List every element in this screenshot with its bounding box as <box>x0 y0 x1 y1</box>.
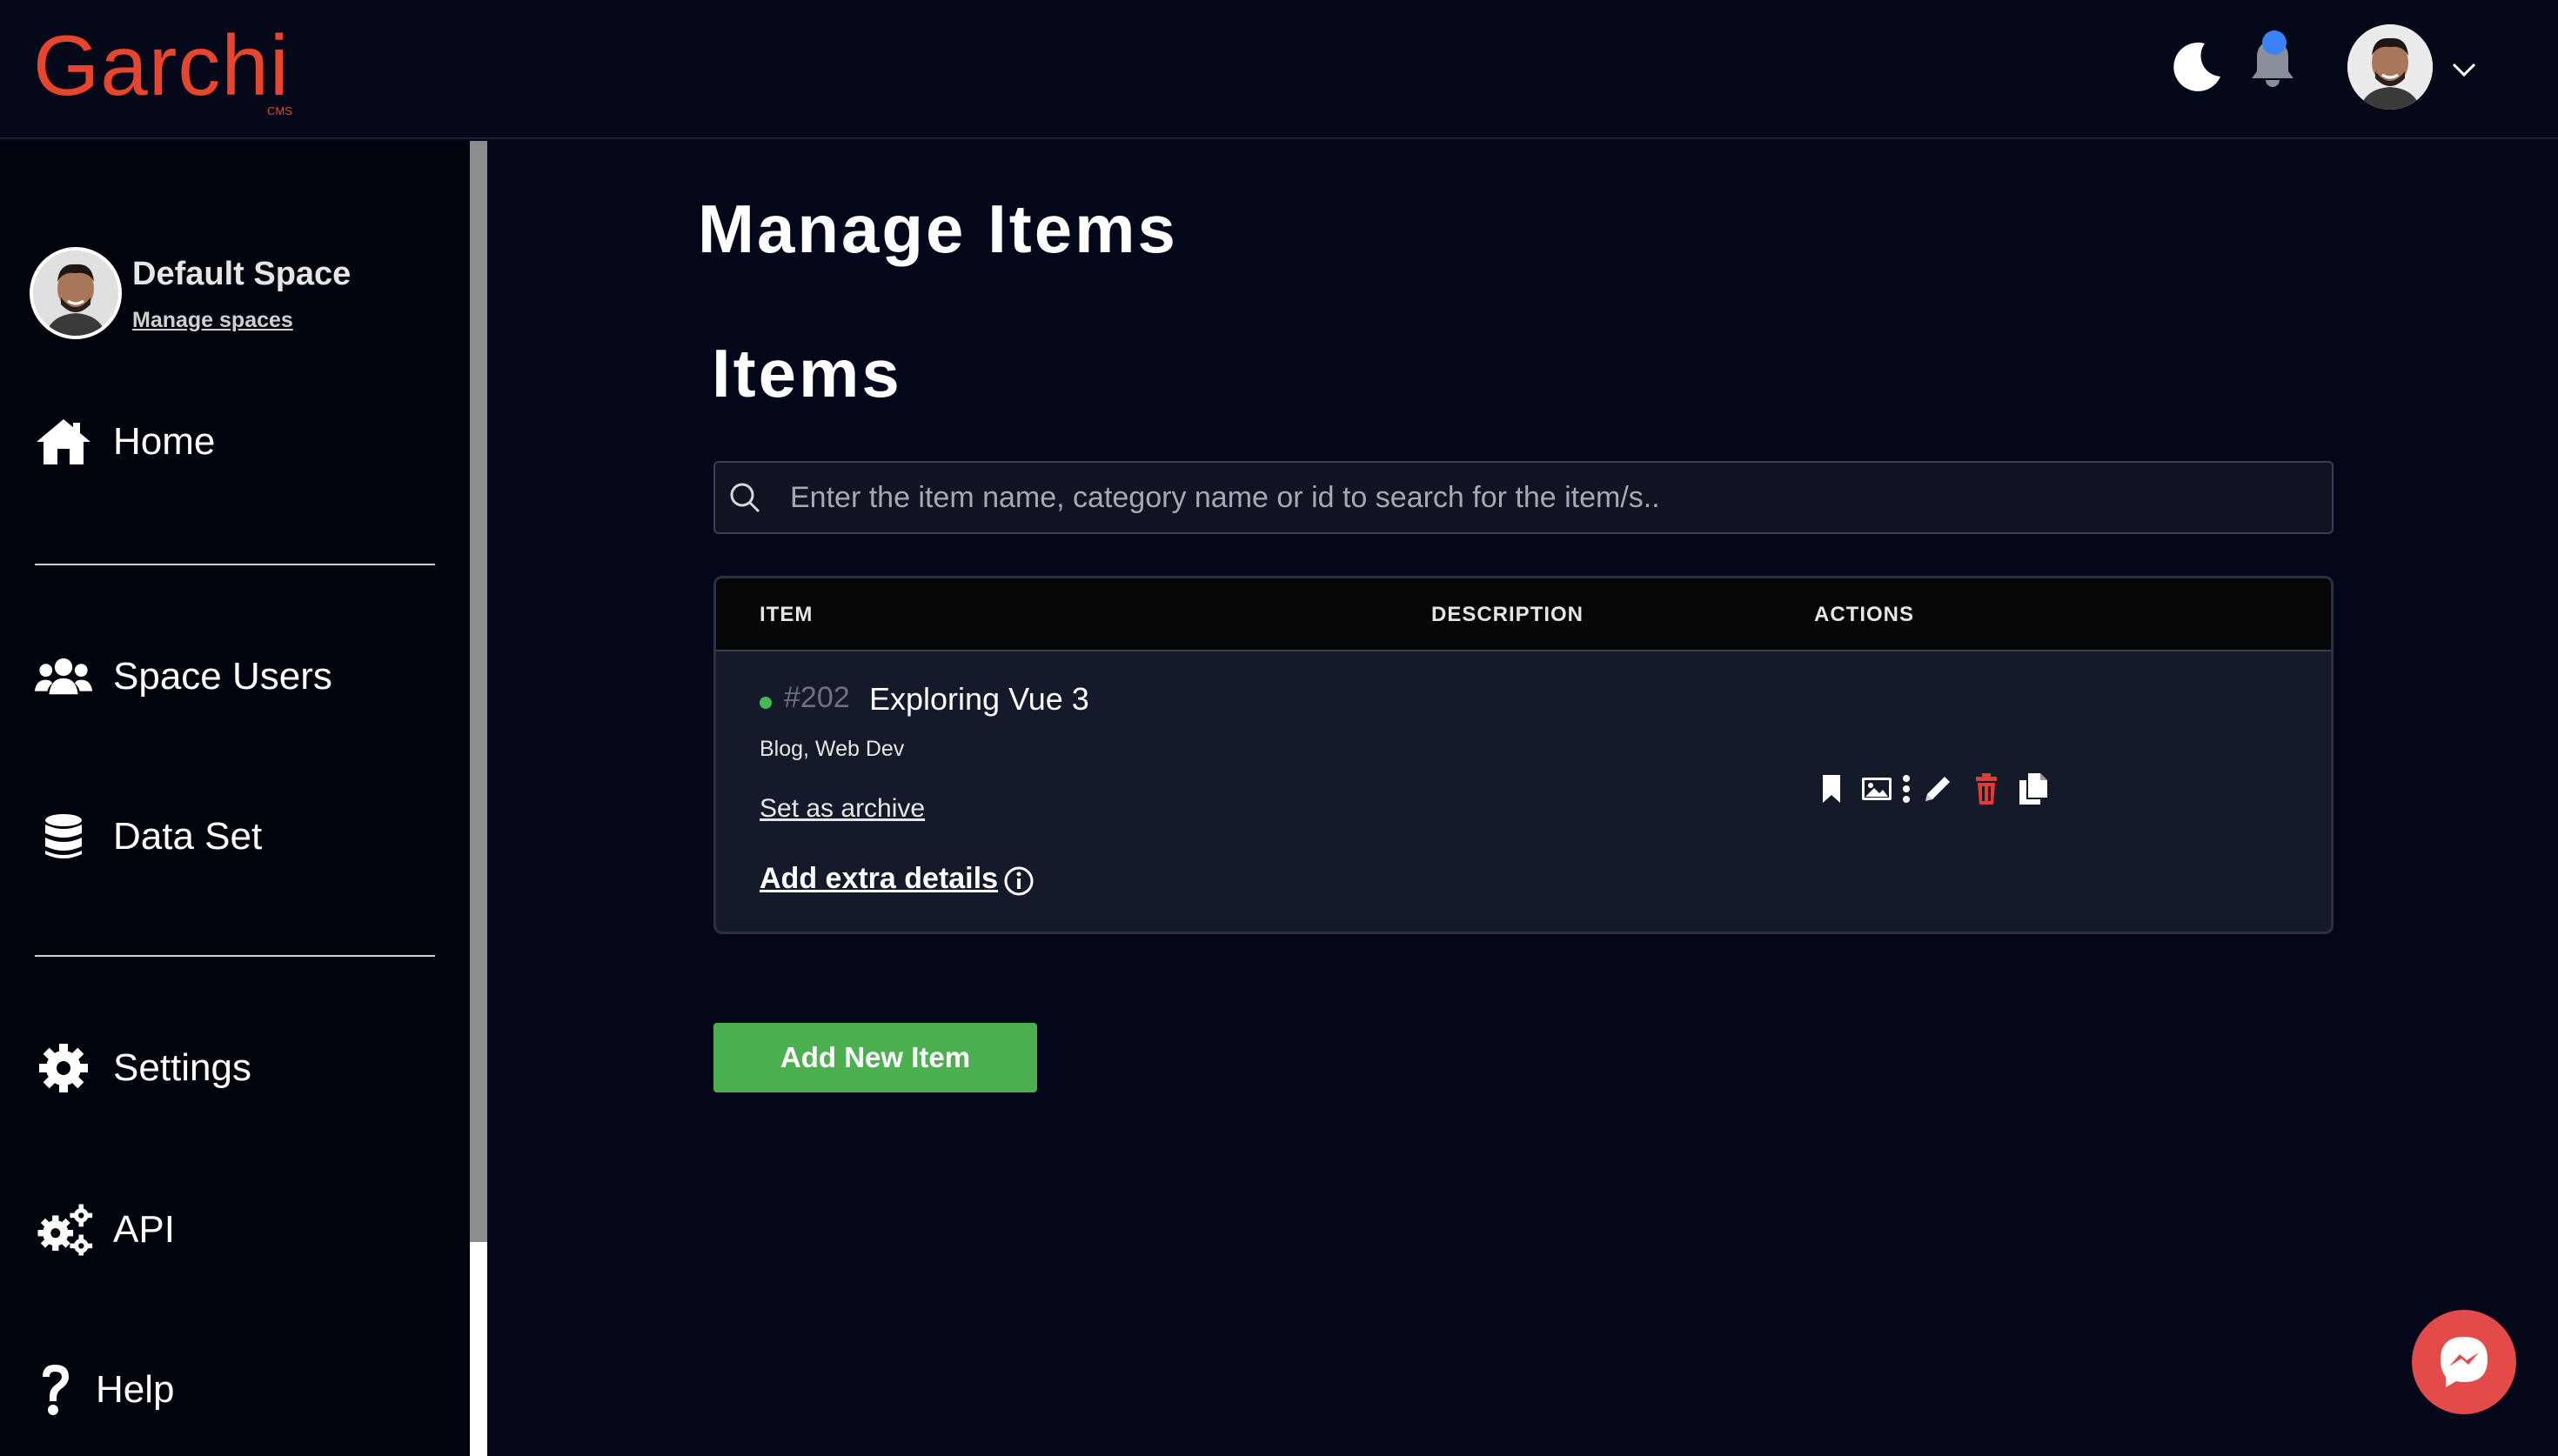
sidebar-divider <box>35 955 435 957</box>
user-avatar[interactable] <box>2347 24 2433 110</box>
column-header-item: ITEM <box>760 603 814 626</box>
copy-icon[interactable] <box>2016 771 2051 806</box>
top-bar: Garchi CMS <box>0 0 2558 139</box>
space-name: Default Space <box>132 256 352 292</box>
more-vertical-icon[interactable] <box>1898 771 1915 806</box>
space-avatar <box>30 247 122 339</box>
sidebar-item-space-users[interactable]: Space Users <box>33 651 332 703</box>
gears-icon <box>33 1204 94 1256</box>
table-header: ITEM DESCRIPTION ACTIONS <box>716 578 2331 651</box>
gear-icon <box>33 1042 94 1094</box>
sidebar-item-api[interactable]: API <box>33 1204 175 1256</box>
sidebar-item-label: Settings <box>113 1046 251 1089</box>
users-icon <box>33 651 94 703</box>
database-icon <box>33 811 94 863</box>
edit-icon[interactable] <box>1920 771 1955 806</box>
item-name[interactable]: Exploring Vue 3 <box>869 681 1089 718</box>
sidebar-item-label: Help <box>96 1368 175 1411</box>
page-title: Manage Items <box>698 190 1178 267</box>
info-icon[interactable] <box>1003 865 1035 897</box>
section-title: Items <box>712 335 902 411</box>
sidebar-item-home[interactable]: Home <box>33 416 215 468</box>
search-icon <box>730 483 760 513</box>
messenger-icon <box>2441 1337 2488 1387</box>
search-input[interactable] <box>788 463 2320 532</box>
sidebar-scrollbar-thumb[interactable] <box>470 141 487 1242</box>
sidebar-item-label: Home <box>113 420 216 463</box>
item-id: #202 <box>784 681 850 714</box>
item-categories: Blog, Web Dev <box>760 737 905 761</box>
image-icon[interactable] <box>1859 771 1894 806</box>
manage-spaces-link[interactable]: Manage spaces <box>132 308 293 333</box>
bell-icon[interactable] <box>2245 28 2300 92</box>
chat-button[interactable] <box>2412 1310 2516 1414</box>
sidebar-item-settings[interactable]: Settings <box>33 1042 251 1094</box>
question-icon <box>33 1364 77 1416</box>
status-dot <box>760 697 772 709</box>
logo[interactable]: Garchi <box>33 23 290 108</box>
items-table: ITEM DESCRIPTION ACTIONS #202 Exploring … <box>713 576 2334 934</box>
sidebar-item-label: Space Users <box>113 655 332 698</box>
set-archive-link[interactable]: Set as archive <box>760 794 925 824</box>
sidebar-divider <box>35 564 435 565</box>
bookmark-icon[interactable] <box>1814 771 1849 806</box>
logo-subtitle: CMS <box>267 104 292 117</box>
column-header-actions: ACTIONS <box>1814 603 1914 626</box>
sidebar-item-help[interactable]: Help <box>33 1364 175 1416</box>
chevron-down-icon[interactable] <box>2447 56 2481 82</box>
add-new-item-button[interactable]: Add New Item <box>713 1023 1037 1092</box>
delete-icon[interactable] <box>1969 771 2004 806</box>
moon-icon[interactable] <box>2170 38 2226 94</box>
sidebar-item-data-set[interactable]: Data Set <box>33 811 262 863</box>
sidebar-item-label: API <box>113 1208 175 1251</box>
sidebar-item-label: Data Set <box>113 815 263 858</box>
add-extra-details-link[interactable]: Add extra details <box>760 862 998 896</box>
column-header-description: DESCRIPTION <box>1431 603 1584 626</box>
home-icon <box>33 416 94 468</box>
